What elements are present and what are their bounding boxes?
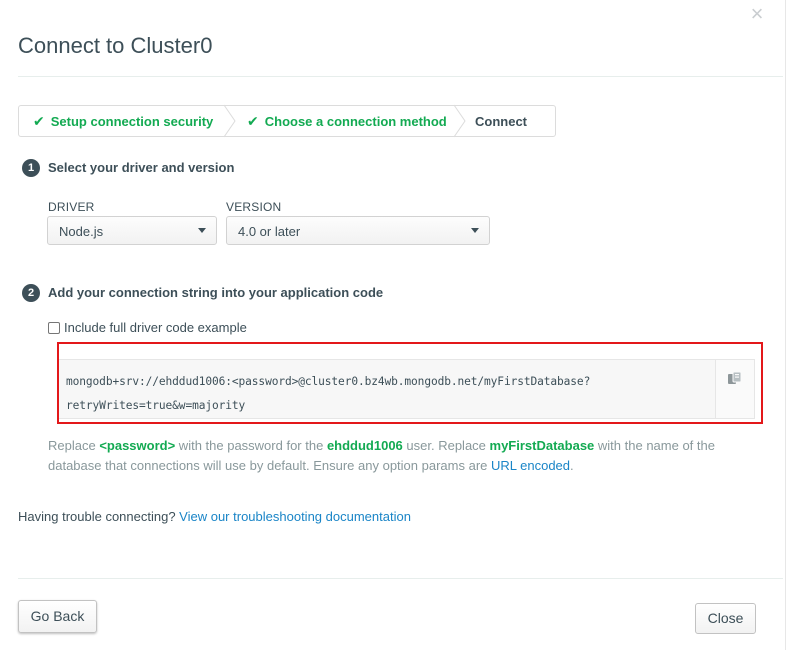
copy-icon	[728, 371, 742, 384]
troubleshooting-row: Having trouble connecting? View our trou…	[18, 509, 411, 524]
divider	[18, 76, 783, 77]
connection-string-instructions: Replace <password> with the password for…	[48, 436, 748, 476]
modal-title: Connect to Cluster0	[18, 33, 213, 58]
step-label: Choose a connection method	[264, 113, 447, 129]
check-icon: ✔	[247, 112, 259, 129]
step-label: Setup connection security	[50, 113, 214, 129]
connection-string-line: mongodb+srv://ehddud1006:<password>@clus…	[66, 375, 591, 388]
go-back-button[interactable]: Go Back	[18, 600, 97, 633]
section-title-connection-string: Add your connection string into your app…	[48, 285, 384, 300]
version-select[interactable]: 4.0 or later	[226, 216, 490, 245]
step-choose-connection-method[interactable]: ✔ Choose a connection method	[233, 104, 466, 138]
step-number-badge: 1	[22, 159, 40, 177]
caret-down-icon	[471, 228, 479, 233]
version-label: VERSION	[226, 200, 282, 214]
step-label: Connect	[475, 113, 527, 129]
version-value: 4.0 or later	[238, 224, 301, 239]
connection-string[interactable]: mongodb+srv://ehddud1006:<password>@clus…	[66, 370, 706, 418]
include-full-driver-code-option: Include full driver code example	[48, 320, 247, 335]
database-name: myFirstDatabase	[489, 438, 595, 453]
close-button[interactable]: Close	[695, 603, 756, 634]
connection-string-line: retryWrites=true&w=majority	[66, 399, 246, 412]
note-text: Replace	[48, 438, 100, 453]
check-icon: ✔	[33, 112, 45, 129]
divider	[18, 578, 783, 579]
close-icon[interactable]: ×	[747, 3, 767, 25]
note-text: with the password for the	[175, 438, 327, 453]
driver-label: DRIVER	[48, 200, 95, 214]
username: ehddud1006	[326, 438, 403, 453]
step-number-badge: 2	[22, 284, 40, 302]
step-connect[interactable]: Connect	[463, 106, 527, 136]
step-setup-connection-security[interactable]: ✔ Setup connection security	[19, 104, 236, 138]
driver-select[interactable]: Node.js	[47, 216, 217, 245]
caret-down-icon	[198, 228, 206, 233]
troubleshooting-docs-link[interactable]: View our troubleshooting documentation	[179, 509, 411, 524]
section-title-driver: Select your driver and version	[48, 160, 235, 175]
trouble-text: Having trouble connecting?	[18, 509, 180, 524]
connect-modal: × Connect to Cluster0 ✔ Setup connection…	[0, 0, 786, 650]
wizard-breadcrumb: ✔ Setup connection security ✔ Choose a c…	[18, 104, 556, 138]
copy-button[interactable]	[715, 360, 754, 418]
connection-string-box[interactable]: mongodb+srv://ehddud1006:<password>@clus…	[57, 359, 755, 419]
include-full-driver-code-checkbox[interactable]	[48, 321, 60, 334]
driver-value: Node.js	[59, 224, 104, 239]
note-text: user. Replace	[402, 438, 490, 453]
note-text: .	[570, 458, 574, 473]
password-placeholder: <password>	[99, 438, 176, 453]
url-encoded-link[interactable]: URL encoded	[491, 458, 570, 473]
checkbox-label: Include full driver code example	[64, 320, 247, 335]
